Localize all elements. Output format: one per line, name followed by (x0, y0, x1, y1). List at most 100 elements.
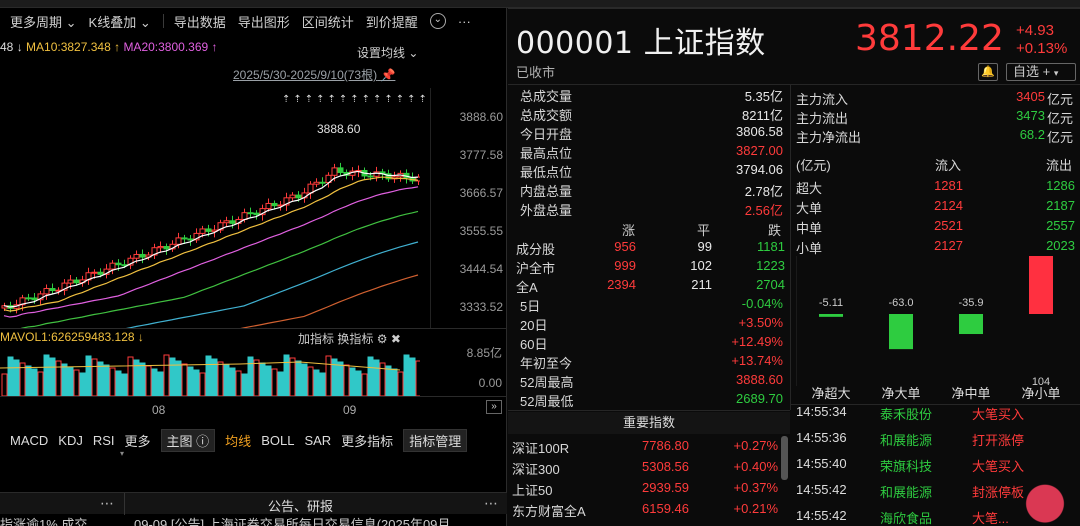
volume-bar (13, 359, 20, 396)
volume-bar (319, 372, 326, 396)
candle (223, 220, 230, 224)
switch-indicator-button[interactable]: 换指标 (337, 332, 373, 346)
flow-col-out: 流出 (1046, 158, 1073, 173)
tick-row[interactable]: 14:55:36 和展能源 打开涨停 (796, 430, 1080, 452)
tick-time: 14:55:42 (796, 508, 847, 523)
scrollbar[interactable] (781, 436, 788, 480)
performance-row: 52周最高 3888.60 (520, 372, 783, 391)
chart-toolbar: 更多周期 ⌄ K线叠加 ⌄ 导出数据 导出图形 区间统计 到价提醒 ⌄ ··· (0, 8, 507, 34)
volume-bar (1, 373, 8, 396)
collapse-handle-icon[interactable]: ▾ (115, 449, 129, 458)
more-options-icon[interactable]: ··· (458, 14, 471, 29)
date-range-label[interactable]: 2025/5/30-2025/9/10(73根) 📌 (233, 66, 395, 83)
price-alert-button[interactable]: 到价提醒 (366, 12, 418, 31)
add-indicator-button[interactable]: 加指标 (298, 332, 334, 346)
flow-bar-value: -63.0 (888, 297, 913, 309)
stat-row: 内盘总量 2.78亿 (520, 181, 783, 200)
period-menu[interactable]: 更多周期 ⌄ (10, 12, 77, 31)
kline-overlay-menu[interactable]: K线叠加 ⌄ (89, 12, 151, 31)
chevron-down-icon: ⌄ (65, 14, 77, 30)
breadth-flat: 99 (697, 239, 712, 254)
tick-stock: 和展能源 (880, 433, 933, 448)
candle (49, 288, 56, 292)
more-options-icon[interactable]: ⋯ (484, 495, 498, 512)
collapse-circle-icon[interactable]: ⌄ (429, 13, 446, 29)
market-status: 已收市 (516, 65, 556, 80)
more-options-icon[interactable]: ⋯ (100, 495, 114, 512)
change-pct: +0.13% (1016, 40, 1068, 57)
tab-sar[interactable]: SAR (304, 433, 331, 448)
performance-value: 2689.70 (736, 391, 783, 406)
index-name[interactable]: 深证300 (512, 459, 560, 478)
candle (253, 212, 260, 216)
index-name[interactable]: 上证50 (512, 480, 552, 499)
tab-kdj[interactable]: KDJ (58, 433, 83, 448)
bell-icon[interactable]: 🔔 (978, 63, 998, 81)
news-snippet[interactable]: 指涨逾1% 成交... (0, 514, 98, 526)
volume-bar (103, 364, 110, 396)
tab-main-chart[interactable]: 主图 ⓘ (160, 428, 216, 452)
stat-value: 3827.00 (736, 143, 783, 158)
tick-row[interactable]: 14:55:34 泰禾股份 大笔买入 (796, 404, 1080, 426)
export-chart-button[interactable]: 导出图形 (238, 12, 290, 31)
flow-col-in: 流入 (935, 158, 962, 173)
tab-macd[interactable]: MACD (10, 433, 48, 448)
tab-more[interactable]: 更多 (125, 431, 151, 450)
volume-bar (277, 371, 284, 396)
close-icon[interactable]: ✖ (391, 332, 401, 346)
volume-bar (73, 369, 80, 396)
volume-bar (235, 370, 242, 396)
index-change: +0.27% (733, 438, 778, 453)
volume-bar (121, 373, 128, 396)
ma10-value: MA10:3827.348 (26, 40, 111, 54)
pin-icon: 📌 (380, 68, 396, 82)
tab-more-indicators[interactable]: 更多指标 (341, 431, 393, 450)
flow-row-out: 2187 (1046, 198, 1075, 213)
export-data-button[interactable]: 导出数据 (174, 12, 226, 31)
tab-rsi[interactable]: RSI (93, 433, 115, 448)
stat-row: 最低点位 3794.06 (520, 162, 783, 181)
indices-header[interactable]: 重要指数 (508, 412, 790, 434)
x-tick: 08 (152, 403, 166, 417)
volume-bar (253, 359, 260, 396)
expand-icon[interactable]: » (486, 400, 502, 414)
add-watchlist-button[interactable]: 自选 + ▾ (1006, 63, 1076, 81)
performance-row: 年初至今 +13.74% (520, 353, 783, 372)
volume-chart[interactable] (0, 346, 420, 396)
news-section-title[interactable]: 公告、研报 (268, 496, 333, 515)
tab-boll[interactable]: BOLL (261, 433, 294, 448)
candle (271, 202, 278, 207)
help-icon: ⓘ (192, 433, 210, 449)
stat-label: 最高点位 (520, 146, 573, 161)
flow-unit-label: (亿元) (796, 158, 831, 173)
volume-bar (301, 363, 308, 396)
ma-settings-button[interactable]: 设置均线 ⌄ (357, 44, 418, 61)
index-name[interactable]: 东方财富全A (512, 501, 586, 520)
flow-unit: 亿元 (1047, 130, 1074, 145)
candle (331, 167, 338, 176)
breadth-down: 1223 (756, 258, 785, 273)
candle (97, 271, 104, 275)
range-stats-button[interactable]: 区间统计 (302, 12, 354, 31)
volume-bar (409, 357, 416, 396)
index-price: 5308.56 (642, 459, 689, 474)
flow-category-label: 净小单 (1021, 386, 1060, 401)
arrow-up-icon: ↑ (208, 40, 218, 54)
index-name[interactable]: 深证100R (512, 438, 569, 457)
candle (175, 237, 182, 245)
volume-bar (397, 371, 404, 396)
indicator-tabs: MACD KDJ RSI 更多 主图 ⓘ 均线 BOLL SAR 更多指标 指标… (0, 428, 507, 452)
volume-bar (355, 370, 362, 396)
volume-legend: MAVOL1:626259483.128 ↓ (0, 330, 144, 344)
news-item[interactable]: 09-09 [公告] 上海证券交易所每日交易信息(2025年09月... (134, 514, 504, 526)
volume-bar (37, 371, 44, 396)
gear-icon[interactable]: ⚙ (377, 332, 388, 346)
indicator-manage-button[interactable]: 指标管理 (403, 428, 468, 452)
kline-chart-panel: 更多周期 ⌄ K线叠加 ⌄ 导出数据 导出图形 区间统计 到价提醒 ⌄ ··· … (0, 8, 507, 526)
price-axis: 3888.60 3777.58 3666.57 3555.55 3444.54 … (430, 88, 507, 328)
flow-row-label: 大单 (796, 201, 823, 216)
volume-bar (187, 366, 194, 396)
tick-event: 打开涨停 (972, 433, 1025, 448)
tab-ma[interactable]: 均线 (225, 431, 251, 450)
flow-bar (819, 314, 843, 317)
